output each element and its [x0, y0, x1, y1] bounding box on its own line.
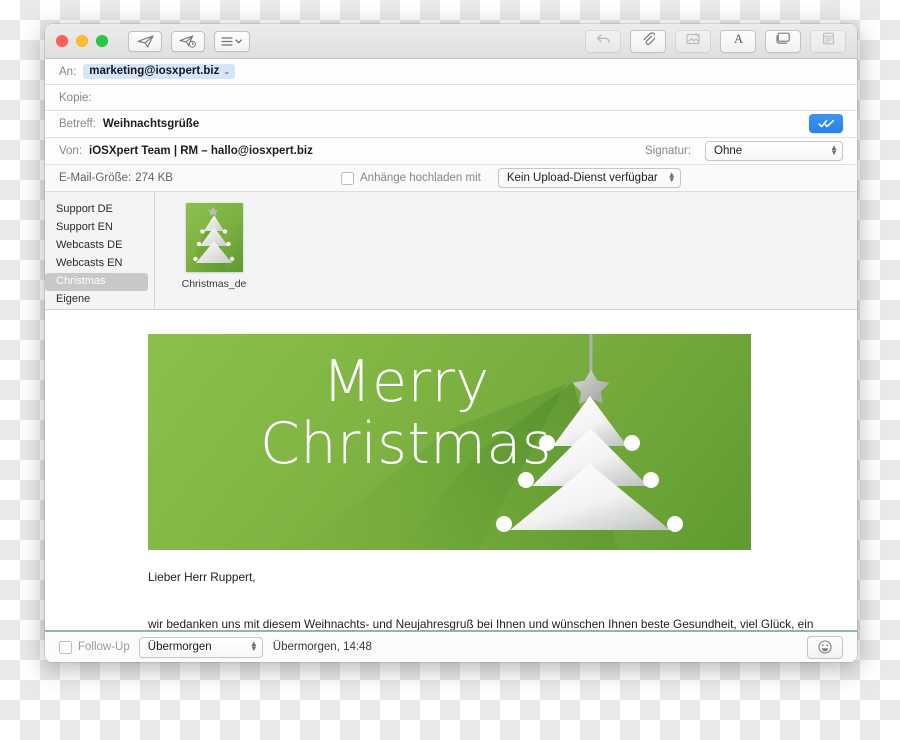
- send-button[interactable]: [128, 30, 162, 52]
- window-icon: [775, 32, 791, 50]
- format-button[interactable]: A: [720, 29, 756, 53]
- stationery-button[interactable]: [765, 29, 801, 53]
- list-chevron-icon: [221, 36, 243, 47]
- from-value[interactable]: iOSXpert Team | RM – hallo@iosxpert.biz: [89, 145, 313, 157]
- send-later-button[interactable]: [171, 30, 205, 52]
- message-greeting: Lieber Herr Ruppert,: [148, 570, 256, 584]
- from-label: Von:: [59, 145, 83, 157]
- category-eigene[interactable]: Eigene: [45, 291, 148, 309]
- header-fields-button[interactable]: [214, 30, 250, 52]
- stepper-icon: ▲ ▼: [830, 143, 838, 157]
- subject-input[interactable]: Weihnachtsgrüße: [103, 118, 199, 130]
- markup-button[interactable]: [675, 29, 711, 53]
- christmas-banner: Merry Christmas: [148, 334, 751, 550]
- subject-row[interactable]: Betreff: Weihnachtsgrüße: [45, 111, 857, 138]
- compose-header-fields: An: marketing@iosxpert.biz ⌄ Kopie: Betr…: [45, 59, 857, 192]
- mail-compose-window: A An: marketing@iosxpert.biz ⌄ Kopie: Be…: [45, 24, 857, 662]
- stepper-icon: ▲ ▼: [667, 170, 676, 184]
- subject-label: Betreff:: [59, 118, 96, 130]
- template-picker: Support DE Support EN Webcasts DE Webcas…: [45, 192, 857, 310]
- banner-line-2: Christmas: [260, 410, 552, 477]
- svg-text:A: A: [733, 32, 742, 45]
- template-button[interactable]: [810, 29, 846, 53]
- attach-button[interactable]: [630, 29, 666, 53]
- window-titlebar: A: [45, 24, 857, 59]
- template-item[interactable]: Christmas_de: [177, 203, 251, 290]
- format-a-icon: A: [732, 32, 745, 50]
- undo-arrow-icon: [596, 32, 611, 50]
- signature-select[interactable]: Ohne ▲ ▼: [705, 141, 843, 161]
- to-row[interactable]: An: marketing@iosxpert.biz ⌄: [45, 59, 857, 85]
- upload-attachments-checkbox[interactable]: [341, 171, 354, 185]
- mail-size-row: E-Mail-Größe: 274 KB Anhänge hochladen m…: [45, 165, 857, 192]
- traffic-light-group: [56, 35, 108, 47]
- double-check-icon: [817, 119, 834, 128]
- markup-photo-icon: [685, 32, 701, 50]
- follow-up-when-select[interactable]: Übermorgen ▲ ▼: [138, 636, 263, 658]
- christmas-tree-thumbnail: [185, 203, 243, 272]
- emoji-face-icon: [818, 640, 832, 654]
- signature-group: Signatur: Ohne ▲ ▼: [645, 141, 843, 161]
- undo-button[interactable]: [585, 29, 621, 53]
- paper-plane-icon: [136, 34, 154, 48]
- follow-up-detail: Übermorgen, 14:48: [272, 641, 372, 653]
- stepper-icon: ▲ ▼: [249, 639, 258, 653]
- to-label: An:: [59, 65, 77, 78]
- category-christmas[interactable]: Christmas: [45, 273, 148, 291]
- chevron-down-icon[interactable]: ⌄: [223, 67, 230, 76]
- mail-size-label: E-Mail-Größe:: [59, 172, 132, 184]
- signature-label: Signatur:: [644, 145, 691, 157]
- signature-value: Ohne: [714, 145, 743, 157]
- follow-up-label: Follow-Up: [78, 641, 130, 653]
- toolbar-right-group: A: [576, 29, 846, 53]
- category-support-en[interactable]: Support EN: [45, 219, 148, 237]
- close-window-button[interactable]: [56, 35, 68, 47]
- upload-service-value: Kein Upload-Dienst verfügbar: [506, 172, 658, 184]
- upload-attachments-label: Anhänge hochladen mit: [360, 172, 481, 184]
- template-caption: Christmas_de: [181, 278, 247, 290]
- recipient-address: marketing@iosxpert.biz: [89, 65, 220, 78]
- follow-up-when-value: Übermorgen: [147, 641, 212, 653]
- upload-group: Anhänge hochladen mit Kein Upload-Dienst…: [341, 168, 681, 188]
- category-support-de[interactable]: Support DE: [45, 201, 148, 219]
- mail-size-value: 274 KB: [135, 172, 173, 184]
- upload-service-select[interactable]: Kein Upload-Dienst verfügbar ▲ ▼: [497, 168, 681, 188]
- recipient-token[interactable]: marketing@iosxpert.biz ⌄: [83, 63, 236, 80]
- message-paragraph: wir bedanken uns mit diesem Weihnachts- …: [148, 617, 814, 630]
- cc-row[interactable]: Kopie:: [45, 85, 857, 111]
- message-body[interactable]: Merry Christmas Lieber Herr Ruppert, wir…: [45, 310, 857, 630]
- template-category-list: Support DE Support EN Webcasts DE Webcas…: [45, 192, 155, 309]
- note-icon: [822, 32, 835, 50]
- category-webcasts-de[interactable]: Webcasts DE: [45, 237, 148, 255]
- from-row[interactable]: Von: iOSXpert Team | RM – hallo@iosxpert…: [45, 138, 857, 165]
- compose-footer: Follow-Up Übermorgen ▲ ▼ Übermorgen, 14:4…: [45, 630, 857, 662]
- banner-headline: Merry Christmas: [206, 349, 606, 477]
- paperclip-icon: [642, 31, 656, 51]
- paper-plane-clock-icon: [178, 34, 198, 48]
- message-copy[interactable]: Lieber Herr Ruppert, wir bedanken uns mi…: [148, 566, 817, 630]
- maximize-window-button[interactable]: [96, 35, 108, 47]
- read-receipt-badge[interactable]: [809, 114, 843, 133]
- template-thumbnail-grid: Christmas_de: [155, 192, 857, 309]
- category-webcasts-en[interactable]: Webcasts EN: [45, 255, 148, 273]
- minimize-window-button[interactable]: [76, 35, 88, 47]
- emoji-button[interactable]: [807, 635, 843, 659]
- follow-up-checkbox[interactable]: [59, 640, 72, 654]
- cc-label: Kopie:: [59, 91, 92, 104]
- banner-line-1: Merry: [322, 349, 490, 415]
